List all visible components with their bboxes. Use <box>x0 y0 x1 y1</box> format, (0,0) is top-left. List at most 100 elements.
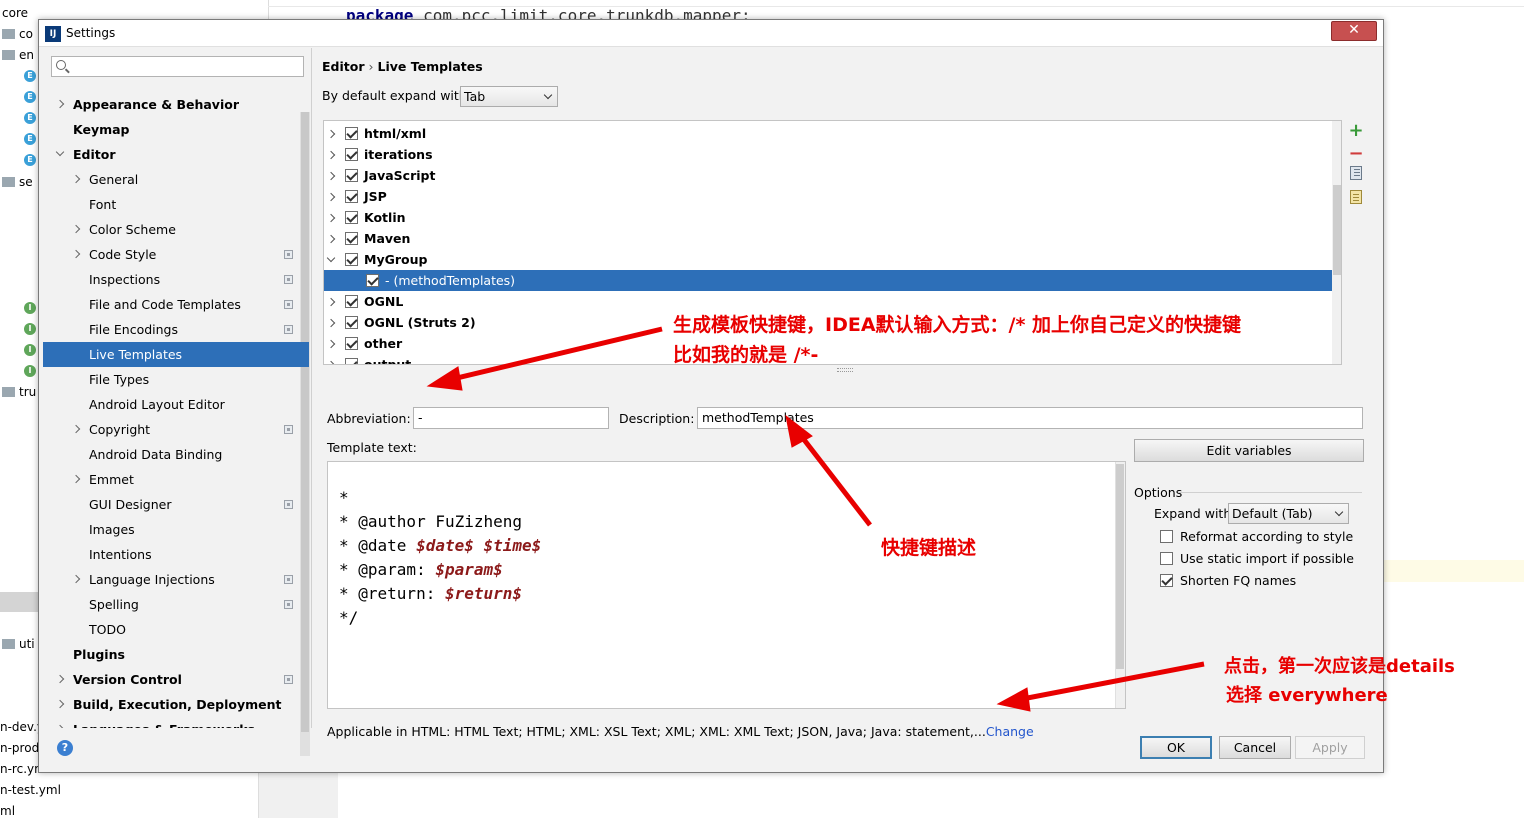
nav-item[interactable]: Code Style <box>43 242 309 267</box>
shorten-fq-checkbox[interactable] <box>1160 574 1173 587</box>
add-icon[interactable]: + <box>1348 122 1364 140</box>
chevron-right-icon[interactable] <box>326 297 336 307</box>
chevron-right-icon[interactable] <box>326 150 336 160</box>
template-checkbox[interactable] <box>345 127 358 140</box>
nav-item[interactable]: Build, Execution, Deployment <box>43 692 309 717</box>
shorten-fq-option[interactable]: Shorten FQ names <box>1160 572 1296 588</box>
template-group[interactable]: iterations <box>324 144 1332 165</box>
nav-item[interactable]: Copyright <box>43 417 309 442</box>
remove-icon[interactable]: − <box>1348 145 1364 163</box>
close-button[interactable]: ✕ <box>1331 21 1377 41</box>
template-checkbox[interactable] <box>345 190 358 203</box>
static-import-option[interactable]: Use static import if possible <box>1160 550 1354 566</box>
reformat-checkbox[interactable] <box>1160 530 1173 543</box>
chevron-right-icon[interactable] <box>326 213 336 223</box>
chevron-down-icon[interactable] <box>55 147 65 157</box>
chevron-right-icon[interactable] <box>55 99 65 109</box>
nav-item[interactable]: Intentions <box>43 542 309 567</box>
ok-button[interactable]: OK <box>1140 736 1212 759</box>
change-context-icon[interactable] <box>1350 190 1362 204</box>
chevron-right-icon[interactable] <box>55 699 65 709</box>
chevron-right-icon[interactable] <box>326 360 336 364</box>
template-checkbox[interactable] <box>366 274 379 287</box>
chevron-right-icon[interactable] <box>326 339 336 349</box>
nav-item[interactable]: Live Templates <box>43 342 309 367</box>
static-import-checkbox[interactable] <box>1160 552 1173 565</box>
chevron-right-icon[interactable] <box>71 249 81 259</box>
chevron-right-icon[interactable] <box>71 424 81 434</box>
project-tree-item[interactable]: tru <box>2 383 36 401</box>
project-file[interactable]: n-test.yml <box>0 783 61 797</box>
template-group[interactable]: output <box>324 354 1332 364</box>
nav-item[interactable]: Plugins <box>43 642 309 667</box>
chevron-right-icon[interactable] <box>326 171 336 181</box>
chevron-right-icon[interactable] <box>55 724 65 728</box>
nav-item[interactable]: File Types <box>43 367 309 392</box>
nav-item[interactable]: Keymap <box>43 117 309 142</box>
template-group[interactable]: MyGroup <box>324 249 1332 270</box>
template-checkbox[interactable] <box>345 337 358 350</box>
template-checkbox[interactable] <box>345 295 358 308</box>
nav-item[interactable]: General <box>43 167 309 192</box>
cancel-button[interactable]: Cancel <box>1219 736 1291 759</box>
editor-scrollbar-thumb[interactable] <box>1116 464 1124 669</box>
help-button[interactable]: ? <box>57 740 73 756</box>
project-file[interactable]: ml <box>0 804 15 818</box>
edit-variables-button[interactable]: Edit variables <box>1134 439 1364 462</box>
chevron-right-icon[interactable] <box>326 129 336 139</box>
nav-item[interactable]: Font <box>43 192 309 217</box>
chevron-right-icon[interactable] <box>71 474 81 484</box>
options-expand-select[interactable]: Default (Tab) <box>1228 503 1349 524</box>
nav-item[interactable]: TODO <box>43 617 309 642</box>
search-input[interactable] <box>51 56 304 77</box>
nav-item[interactable]: Emmet <box>43 467 309 492</box>
copy-icon[interactable] <box>1350 166 1362 180</box>
template-item[interactable]: - (methodTemplates) <box>324 270 1332 291</box>
template-checkbox[interactable] <box>345 316 358 329</box>
description-input[interactable]: methodTemplates <box>697 407 1363 429</box>
project-tree-item[interactable]: core <box>2 4 28 22</box>
chevron-right-icon[interactable] <box>326 318 336 328</box>
chevron-right-icon[interactable] <box>55 674 65 684</box>
default-expand-select[interactable]: Tab <box>460 86 558 107</box>
template-group[interactable]: Kotlin <box>324 207 1332 228</box>
nav-item[interactable]: Language Injections <box>43 567 309 592</box>
project-tree-item[interactable]: co <box>2 25 33 43</box>
nav-item[interactable]: Android Data Binding <box>43 442 309 467</box>
project-tree-item[interactable]: se <box>2 173 33 191</box>
chevron-right-icon[interactable] <box>326 192 336 202</box>
template-group[interactable]: OGNL <box>324 291 1332 312</box>
nav-item[interactable]: Languages & Frameworks <box>43 717 309 728</box>
nav-item[interactable]: Version Control <box>43 667 309 692</box>
nav-item[interactable]: Color Scheme <box>43 217 309 242</box>
chevron-right-icon[interactable] <box>71 574 81 584</box>
project-file[interactable]: n-prod <box>0 741 39 755</box>
nav-item[interactable]: Inspections <box>43 267 309 292</box>
template-checkbox[interactable] <box>345 211 358 224</box>
dialog-titlebar[interactable]: IJ Settings ✕ <box>39 20 1383 47</box>
nav-item[interactable]: Images <box>43 517 309 542</box>
chevron-right-icon[interactable] <box>326 234 336 244</box>
template-text-editor[interactable]: * * @author FuZizheng * @date $date$ $time… <box>327 461 1126 709</box>
nav-item[interactable]: Appearance & Behavior <box>43 92 309 117</box>
nav-item[interactable]: Android Layout Editor <box>43 392 309 417</box>
nav-item[interactable]: Editor <box>43 142 309 167</box>
nav-item[interactable]: File and Code Templates <box>43 292 309 317</box>
change-context-link[interactable]: Change <box>986 724 1034 739</box>
nav-item[interactable]: Spelling <box>43 592 309 617</box>
splitter-handle[interactable] <box>837 368 853 372</box>
project-tree-item[interactable]: en <box>2 46 34 64</box>
templates-scrollbar-thumb[interactable] <box>1333 185 1341 275</box>
template-checkbox[interactable] <box>345 232 358 245</box>
template-group[interactable]: html/xml <box>324 123 1332 144</box>
project-tree-item[interactable]: uti <box>2 635 35 653</box>
template-checkbox[interactable] <box>345 169 358 182</box>
chevron-right-icon[interactable] <box>71 174 81 184</box>
nav-item[interactable]: GUI Designer <box>43 492 309 517</box>
template-checkbox[interactable] <box>345 253 358 266</box>
nav-item[interactable]: File Encodings <box>43 317 309 342</box>
reformat-option[interactable]: Reformat according to style <box>1160 528 1353 544</box>
apply-button[interactable]: Apply <box>1295 736 1365 759</box>
template-checkbox[interactable] <box>345 358 358 364</box>
chevron-down-icon[interactable] <box>326 253 336 263</box>
